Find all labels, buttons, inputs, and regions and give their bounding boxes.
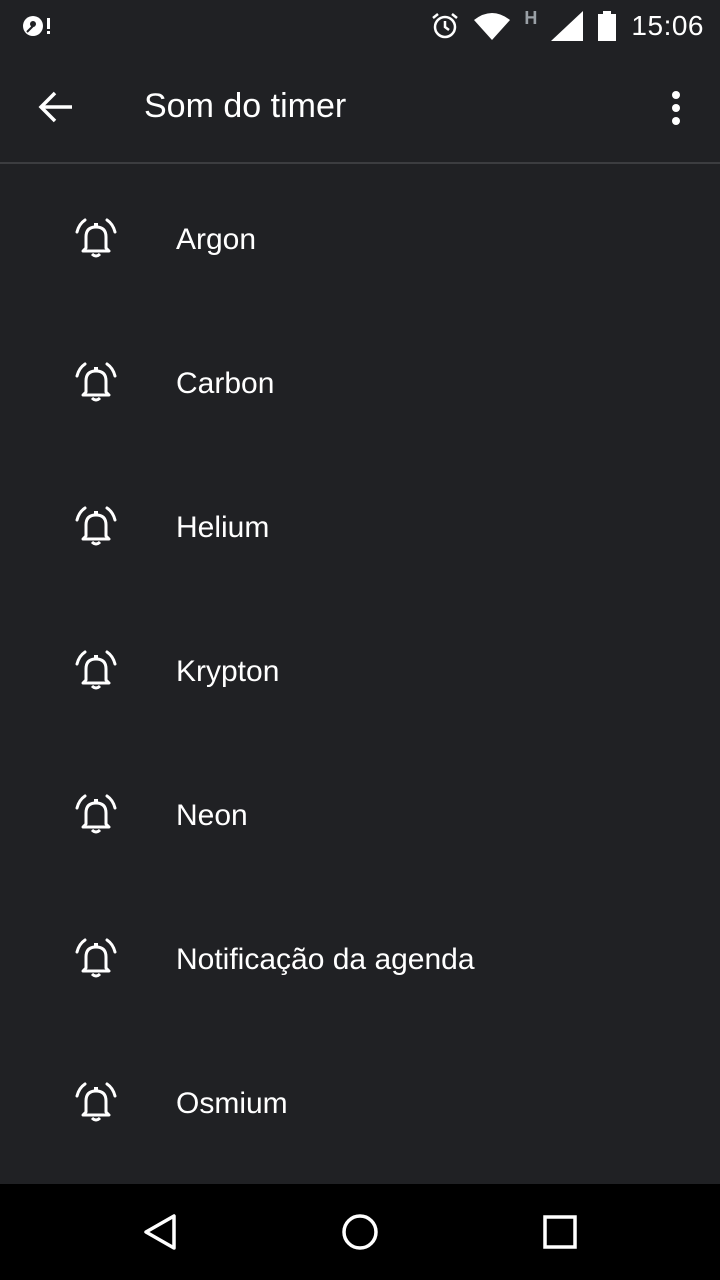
wifi-icon	[474, 13, 511, 40]
alarm-icon	[432, 13, 459, 39]
sound-item-notificacao-da-agenda[interactable]: Notificação da agenda	[0, 884, 720, 1028]
alarm-bell-icon	[75, 1082, 117, 1122]
sound-item-label: Osmium	[176, 1087, 288, 1120]
page-title: Som do timer	[144, 87, 347, 125]
signal-icon	[551, 11, 584, 41]
sound-item-argon[interactable]: Argon	[0, 164, 720, 308]
sound-item-label: Helium	[176, 511, 270, 544]
network-type-label: H	[524, 7, 538, 28]
sound-item-krypton[interactable]: Krypton	[0, 596, 720, 740]
sound-item-label: Carbon	[176, 367, 275, 400]
arrow-back-icon	[38, 91, 72, 123]
sound-item-carbon[interactable]: Carbon	[0, 308, 720, 452]
recents-square-icon	[543, 1215, 577, 1249]
back-button[interactable]	[24, 80, 88, 134]
media-notification-icon	[23, 16, 50, 36]
system-nav-bar	[0, 1184, 720, 1280]
sound-item-label: Krypton	[176, 655, 280, 688]
sound-item-osmium[interactable]: Osmium	[0, 1028, 720, 1172]
battery-icon	[598, 11, 617, 41]
status-icons: H 15:06	[430, 8, 704, 44]
alarm-bell-icon	[75, 218, 117, 258]
home-circle-icon	[342, 1214, 378, 1250]
more-options-button[interactable]	[648, 80, 704, 136]
alarm-bell-icon	[75, 794, 117, 834]
more-vert-icon	[672, 91, 680, 125]
sound-item-helium[interactable]: Helium	[0, 452, 720, 596]
status-bar: H 15:06	[0, 0, 720, 52]
back-triangle-icon	[144, 1214, 176, 1250]
alarm-bell-icon	[75, 650, 117, 690]
alarm-bell-icon	[75, 362, 117, 402]
status-time: 15:06	[631, 10, 704, 41]
alarm-bell-icon	[75, 938, 117, 978]
nav-home-button[interactable]	[330, 1202, 390, 1262]
sound-item-label: Argon	[176, 223, 257, 256]
sound-item-label: Notificação da agenda	[176, 943, 475, 976]
sound-list: Argon Carbon Helium Krypton Neon Notific…	[0, 164, 720, 1172]
alarm-bell-icon	[75, 506, 117, 546]
app-bar: Som do timer	[0, 52, 720, 162]
sound-item-label: Neon	[176, 799, 248, 832]
nav-back-button[interactable]	[130, 1202, 190, 1262]
nav-recents-button[interactable]	[530, 1202, 590, 1262]
sound-item-neon[interactable]: Neon	[0, 740, 720, 884]
